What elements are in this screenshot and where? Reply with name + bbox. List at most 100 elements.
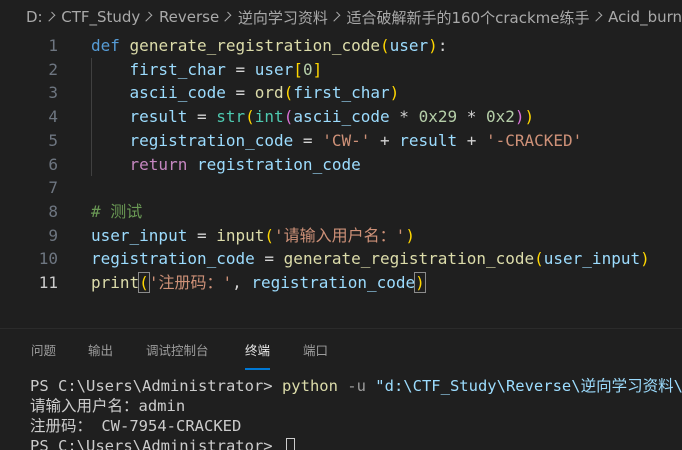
code-token: = xyxy=(254,249,284,269)
code-token: + xyxy=(370,130,400,150)
code-token: = xyxy=(187,107,217,127)
code-token: generate_registration_code xyxy=(129,36,380,55)
line-number: 9 xyxy=(48,225,58,245)
chevron-right-icon xyxy=(221,11,232,21)
code-token: ( xyxy=(264,225,275,245)
code-token: 'CW-' xyxy=(322,130,371,150)
code-token: ord xyxy=(254,83,284,103)
code-token: return xyxy=(129,154,188,174)
code-token: print xyxy=(91,273,140,292)
code-token: ] xyxy=(312,59,323,79)
code-text: registration_code = 'CW-' + result + '-C… xyxy=(91,129,583,153)
code-token: result xyxy=(129,107,188,127)
code-token: '请输入用户名：' xyxy=(274,225,406,245)
chevron-right-icon xyxy=(45,11,55,21)
code-line[interactable]: 3 ascii_code = ord(first_char) xyxy=(0,81,682,105)
line-number: 4 xyxy=(48,107,58,127)
code-token: , xyxy=(232,273,252,292)
code-token: '注册码：' xyxy=(148,273,233,292)
code-token: '-CRACKED' xyxy=(485,130,583,150)
code-text: ascii_code = ord(first_char) xyxy=(91,81,400,105)
code-token: * xyxy=(457,107,486,127)
code-line[interactable]: 11 print('注册码：', registration_code) xyxy=(0,271,682,295)
line-number: 2 xyxy=(48,59,58,79)
tab-terminal[interactable]: 终端 xyxy=(245,336,271,370)
terminal-script-path: "d:\CTF_Study\Reverse\逆向学习资料\适合破解新手的160个… xyxy=(375,377,682,395)
line-number: 5 xyxy=(48,130,58,150)
chevron-right-icon xyxy=(330,11,341,21)
tab-output[interactable]: 输出 xyxy=(88,336,113,368)
code-token: user xyxy=(389,36,429,55)
code-text: # 测试 xyxy=(91,200,142,224)
tab-problems[interactable]: 问题 xyxy=(31,336,56,368)
terminal-prompt: PS C:\Users\Administrator> xyxy=(30,437,282,450)
tab-debug-console[interactable]: 调试控制台 xyxy=(146,336,209,368)
code-line[interactable]: 2 first_char = user[0] xyxy=(0,58,682,82)
code-token: user xyxy=(254,59,294,79)
code-token: def xyxy=(91,36,120,55)
code-token: = xyxy=(225,83,255,103)
code-token: ) xyxy=(405,225,415,245)
code-text: def generate_registration_code(user): xyxy=(91,34,447,58)
code-token: # 测试 xyxy=(91,201,143,221)
breadcrumb-item[interactable]: Acid_burn xyxy=(608,8,682,26)
terminal-prompt: PS C:\Users\Administrator> xyxy=(30,377,282,395)
code-line[interactable]: 5 registration_code = 'CW-' + result + '… xyxy=(0,129,682,153)
code-line[interactable]: 9 user_input = input('请输入用户名：') xyxy=(0,224,682,248)
code-token: [ xyxy=(293,59,303,79)
code-token: registration_code xyxy=(91,249,255,269)
code-token: ( xyxy=(283,83,294,103)
tab-ports[interactable]: 端口 xyxy=(303,336,328,368)
code-token: ) xyxy=(389,83,400,103)
code-token: + xyxy=(457,130,486,150)
chevron-right-icon xyxy=(142,11,153,21)
code-token: ) xyxy=(524,107,535,127)
breadcrumb-item[interactable]: D: xyxy=(26,8,43,26)
code-token: ascii_code xyxy=(129,83,226,103)
terminal-output-line: 注册码： CW-7954-CRACKED xyxy=(30,417,242,435)
code-line[interactable]: 7 xyxy=(0,176,682,200)
code-token: ( xyxy=(283,107,294,127)
code-token: ) xyxy=(414,272,426,293)
code-token: int xyxy=(254,107,284,127)
code-text: print('注册码：', registration_code) xyxy=(91,271,426,295)
code-line[interactable]: 10 registration_code = generate_registrat… xyxy=(0,247,682,271)
code-token: ( xyxy=(245,107,255,127)
terminal-flag: -u xyxy=(337,377,376,395)
vscode-window: D: CTF_Study Reverse 逆向学习资料 适合破解新手的160个crack… xyxy=(0,0,682,450)
code-line[interactable]: 1 def generate_registration_code(user): xyxy=(0,34,682,58)
code-line[interactable]: 6 return registration_code xyxy=(0,153,682,177)
terminal-prompt-line: PS C:\Users\Administrator> xyxy=(30,436,682,450)
terminal-command-line: PS C:\Users\Administrator> python -u "d:… xyxy=(30,376,682,396)
code-text: user_input = input('请输入用户名：') xyxy=(91,224,415,248)
code-token: : xyxy=(437,36,448,55)
breadcrumb-item[interactable]: 适合破解新手的160个crackme练手 xyxy=(347,7,590,28)
code-line[interactable]: 4 result = str(int(ascii_code * 0x29 * 0… xyxy=(0,105,682,129)
code-line[interactable]: 8 # 测试 xyxy=(0,200,682,224)
terminal-cursor xyxy=(285,438,295,450)
terminal-output-line: 请输入用户名：admin xyxy=(30,397,186,415)
code-token: ( xyxy=(138,272,150,293)
breadcrumb-item[interactable]: 逆向学习资料 xyxy=(238,7,328,28)
breadcrumb: D: CTF_Study Reverse 逆向学习资料 适合破解新手的160个crack… xyxy=(0,0,682,34)
line-number: 8 xyxy=(48,201,58,221)
terminal-output[interactable]: PS C:\Users\Administrator> python -u "d:… xyxy=(30,376,682,450)
code-token: input xyxy=(216,225,265,245)
line-number: 11 xyxy=(38,273,58,292)
code-token: generate_registration_code xyxy=(283,249,535,269)
panel-divider xyxy=(0,328,682,329)
line-number: 1 xyxy=(48,36,58,55)
code-token: ( xyxy=(534,249,544,269)
line-number: 10 xyxy=(38,249,58,269)
code-editor[interactable]: 1 def generate_registration_code(user): 2 … xyxy=(0,34,682,328)
code-token: registration_code xyxy=(129,130,294,150)
panel-tab-bar: 问题 输出 调试控制台 终端 端口 xyxy=(0,336,682,370)
breadcrumb-item[interactable]: Reverse xyxy=(159,8,219,26)
breadcrumb-item[interactable]: CTF_Study xyxy=(61,8,140,26)
code-text: registration_code = generate_registratio… xyxy=(91,247,650,271)
code-text: first_char = user[0] xyxy=(91,58,323,82)
